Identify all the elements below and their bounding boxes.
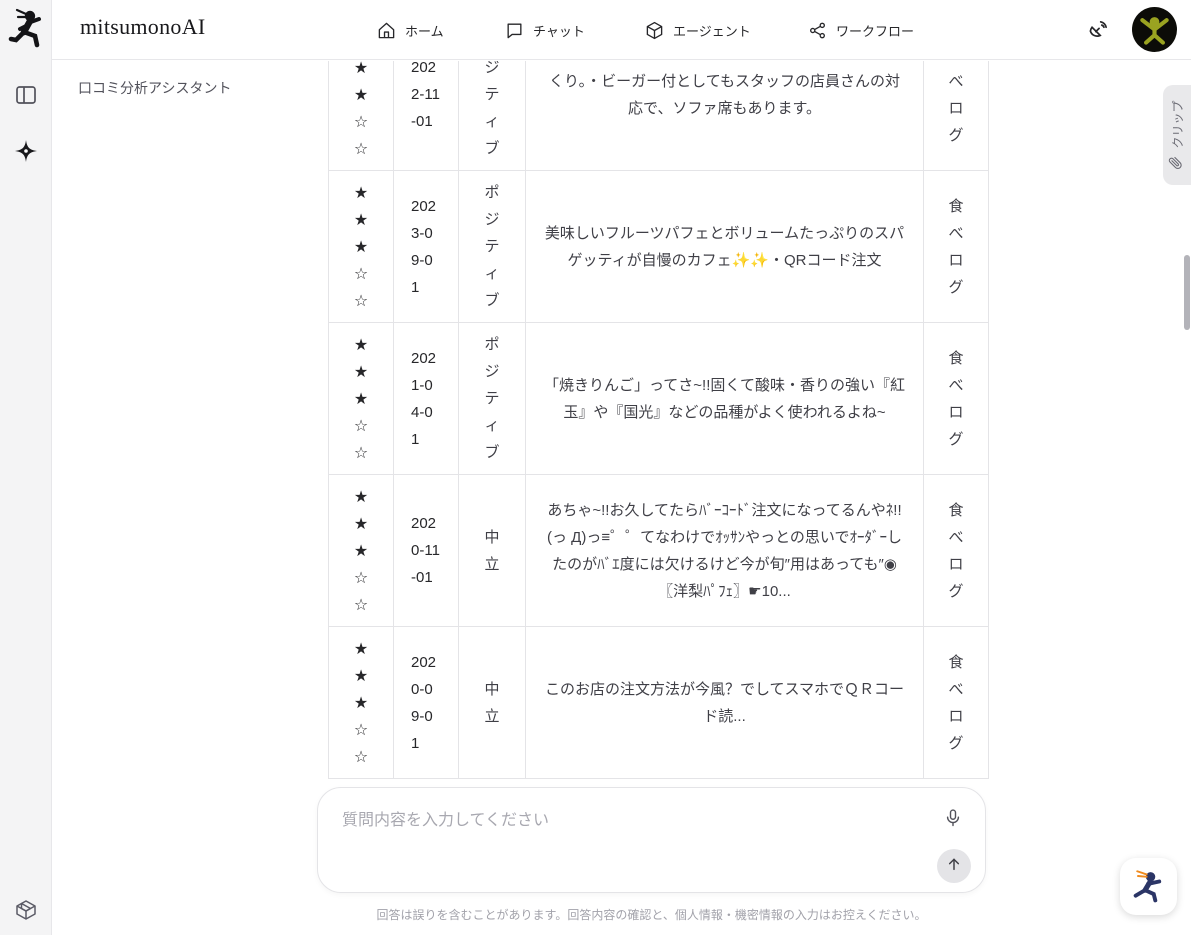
chat-icon <box>505 21 524 40</box>
app-title: mitsumonoAI <box>80 14 206 39</box>
date-cell: 2023-09-01 <box>393 170 459 323</box>
left-rail <box>0 0 52 935</box>
arrow-up-icon <box>946 856 962 877</box>
scrollbar-thumb[interactable] <box>1184 255 1190 330</box>
sentiment-cell: ポジティブ <box>458 322 526 475</box>
sentiment-cell: ポジティブ <box>458 170 526 323</box>
source-cell: 食べログ <box>923 322 989 475</box>
nav-chat-label: チャット <box>533 23 585 39</box>
date-cell: 2021-04-01 <box>393 322 459 475</box>
rating-cell: ★★★☆☆ <box>328 61 394 171</box>
review-text-cell: あちゃ~!!お久してたらﾊﾞｰｺｰﾄﾞ注文になってるんやﾈ!!(っ Д)っ≡゜゜… <box>525 474 924 627</box>
table-row: ★★★☆☆ 2021-04-01 ポジティブ 「焼きりんご」ってさ~!!固くて酸… <box>328 322 989 475</box>
question-input[interactable] <box>342 806 932 876</box>
nav-agent-label: エージェント <box>673 23 751 39</box>
table-row: ★★★☆☆ 2020-11-01 中立 あちゃ~!!お久してたらﾊﾞｰｺｰﾄﾞ注… <box>328 474 989 627</box>
paperclip-icon <box>1168 155 1186 170</box>
nav-agent[interactable]: エージェント <box>645 0 751 60</box>
source-cell: 食べログ <box>923 474 989 627</box>
date-cell: 2020-09-01 <box>393 626 459 779</box>
table-row: ★★★☆☆ 2022-11-01 ポジティブ くり。・ビーガー付としてもスタッフ… <box>328 61 989 171</box>
rating-cell: ★★★☆☆ <box>328 170 394 323</box>
package-cube-icon[interactable] <box>14 898 38 922</box>
rating-cell: ★★★☆☆ <box>328 626 394 779</box>
sparkle-icon[interactable] <box>14 139 38 163</box>
ninja-logo-icon <box>8 6 46 52</box>
user-avatar[interactable] <box>1132 7 1177 52</box>
review-text-cell: このお店の注文方法が今風？でしてスマホでＱＲコード読... <box>525 626 924 779</box>
nav-chat[interactable]: チャット <box>505 0 585 60</box>
table-row: ★★★☆☆ 2023-09-01 ポジティブ 美味しいフルーツパフェとボリューム… <box>328 170 989 323</box>
source-cell: 食べログ <box>923 61 989 171</box>
send-button[interactable] <box>937 849 971 883</box>
review-table-viewport[interactable]: ★★★☆☆ 2022-11-01 ポジティブ くり。・ビーガー付としてもスタッフ… <box>328 61 990 784</box>
date-cell: 2022-11-01 <box>393 61 459 171</box>
sentiment-cell: 中立 <box>458 474 526 627</box>
satellite-icon[interactable] <box>1085 17 1111 43</box>
rating-cell: ★★★☆☆ <box>328 322 394 475</box>
sidebar-toggle-icon[interactable] <box>14 83 38 107</box>
clip-tab-label: クリップ <box>1170 100 1185 149</box>
disclaimer-text: 回答は誤りを含むことがあります。回答内容の確認と、個人情報・機密情報の入力はお控… <box>376 908 927 922</box>
review-text-cell: くり。・ビーガー付としてもスタッフの店員さんの対応で、ソファ席もあります。 <box>525 61 924 171</box>
assistant-title: 口コミ分析アシスタント <box>78 80 232 96</box>
source-cell: 食べログ <box>923 626 989 779</box>
review-text-cell: 「焼きりんご」ってさ~!!固くて酸味・香りの強い『紅玉』や『国光』などの品種がよ… <box>525 322 924 475</box>
sentiment-cell: 中立 <box>458 626 526 779</box>
nav-home[interactable]: ホーム <box>377 0 444 60</box>
table-row: ★★★☆☆ 2020-09-01 中立 このお店の注文方法が今風？でしてスマホで… <box>328 626 989 779</box>
mascot-ninja-button[interactable] <box>1120 858 1177 915</box>
review-text-cell: 美味しいフルーツパフェとボリュームたっぷりのスパゲッティが自慢のカフェ✨✨・QR… <box>525 170 924 323</box>
clip-tab[interactable]: クリップ <box>1163 85 1191 185</box>
chat-composer <box>317 787 986 893</box>
home-icon <box>377 21 396 40</box>
review-table: ★★★☆☆ 2022-11-01 ポジティブ くり。・ビーガー付としてもスタッフ… <box>328 61 989 779</box>
nav-workflow-label: ワークフロー <box>836 23 915 39</box>
source-cell: 食べログ <box>923 170 989 323</box>
nav-workflow[interactable]: ワークフロー <box>808 0 914 60</box>
microphone-icon[interactable] <box>943 807 963 829</box>
top-header: mitsumonoAI ホーム チャット エージェント ワークフロー <box>52 0 1191 60</box>
rating-cell: ★★★☆☆ <box>328 474 394 627</box>
nav-home-label: ホーム <box>405 23 444 39</box>
sentiment-cell: ポジティブ <box>458 61 526 171</box>
agent-cube-icon <box>645 21 664 40</box>
workflow-share-icon <box>808 21 827 40</box>
date-cell: 2020-11-01 <box>393 474 459 627</box>
